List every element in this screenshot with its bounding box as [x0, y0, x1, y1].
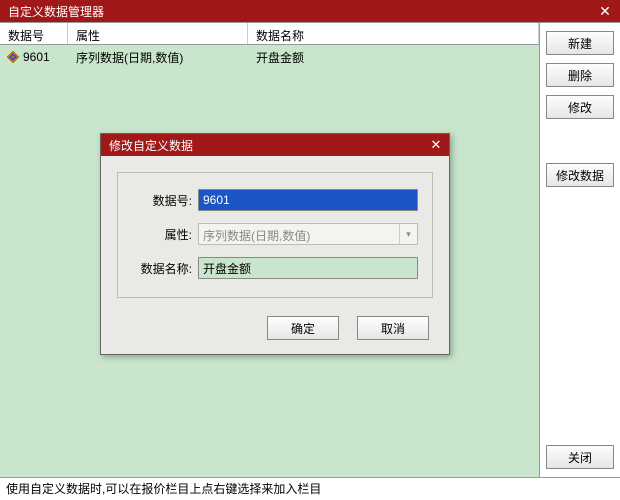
new-button[interactable]: 新建 — [546, 31, 614, 55]
attr-combo[interactable]: 序列数据(日期,数值) ▾ — [198, 223, 418, 245]
table-header: 数据号 属性 数据名称 — [0, 23, 539, 45]
input-name[interactable] — [198, 257, 418, 279]
status-text: 使用自定义数据时,可以在报价栏目上点右键选择来加入栏目 — [6, 480, 321, 497]
form-row-attr: 属性: 序列数据(日期,数值) ▾ — [132, 223, 418, 245]
cancel-button[interactable]: 取消 — [357, 316, 429, 340]
main-titlebar: 自定义数据管理器 ✕ — [0, 0, 620, 22]
edit-dialog: 修改自定义数据 ✕ 数据号: 属性: 序列数据(日期,数值) ▾ 数据名称: — [100, 133, 450, 355]
header-name[interactable]: 数据名称 — [248, 23, 539, 44]
dialog-titlebar: 修改自定义数据 ✕ — [101, 134, 449, 156]
dialog-close-button[interactable]: ✕ — [423, 134, 449, 156]
label-id: 数据号: — [132, 192, 198, 209]
form-row-id: 数据号: — [132, 189, 418, 211]
header-attr[interactable]: 属性 — [68, 23, 248, 44]
close-icon: ✕ — [431, 137, 442, 153]
right-panel: 新建 删除 修改 修改数据 关闭 — [540, 23, 620, 477]
form-group: 数据号: 属性: 序列数据(日期,数值) ▾ 数据名称: — [117, 172, 433, 298]
label-name: 数据名称: — [132, 260, 198, 277]
header-id[interactable]: 数据号 — [0, 23, 68, 44]
close-button[interactable]: 关闭 — [546, 445, 614, 469]
modify-data-button[interactable]: 修改数据 — [546, 163, 614, 187]
row-id: 9601 — [23, 50, 50, 64]
data-series-icon — [6, 50, 20, 64]
close-icon: ✕ — [599, 3, 611, 20]
dialog-button-row: 确定 取消 — [101, 308, 449, 354]
row-attr: 序列数据(日期,数值) — [68, 49, 248, 66]
modify-button[interactable]: 修改 — [546, 95, 614, 119]
combo-text: 序列数据(日期,数值) — [199, 224, 399, 244]
main-title: 自定义数据管理器 — [8, 3, 104, 20]
statusbar: 使用自定义数据时,可以在报价栏目上点右键选择来加入栏目 — [0, 477, 620, 499]
ok-button[interactable]: 确定 — [267, 316, 339, 340]
delete-button[interactable]: 删除 — [546, 63, 614, 87]
dialog-title: 修改自定义数据 — [109, 137, 193, 154]
spacer — [546, 127, 614, 155]
chevron-down-icon: ▾ — [399, 224, 417, 244]
label-attr: 属性: — [132, 226, 198, 243]
spacer — [546, 195, 614, 437]
row-name: 开盘金额 — [248, 49, 539, 66]
main-close-button[interactable]: ✕ — [590, 0, 620, 22]
form-row-name: 数据名称: — [132, 257, 418, 279]
dialog-body: 数据号: 属性: 序列数据(日期,数值) ▾ 数据名称: — [101, 156, 449, 308]
table-row[interactable]: 9601 序列数据(日期,数值) 开盘金额 — [0, 45, 539, 69]
input-id[interactable] — [198, 189, 418, 211]
